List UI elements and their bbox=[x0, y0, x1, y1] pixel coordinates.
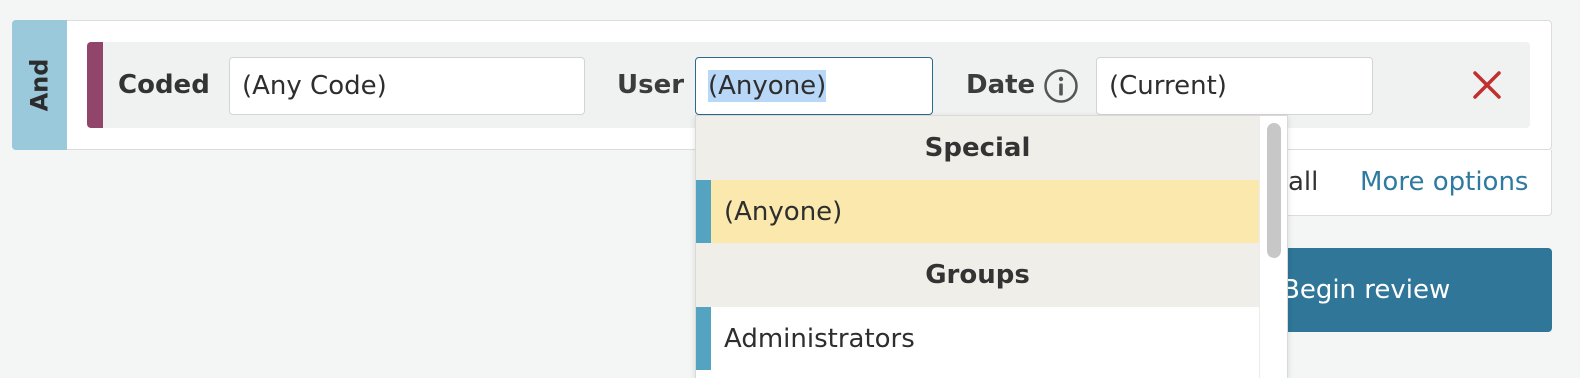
user-dropdown: Special (Anyone) Groups Administrators bbox=[695, 115, 1288, 378]
dropdown-item-administrators[interactable]: Administrators bbox=[696, 307, 1259, 370]
page: And Coded User (Anyone) Date all More op… bbox=[0, 0, 1580, 378]
select-all-link[interactable]: all bbox=[1288, 167, 1318, 197]
code-input[interactable] bbox=[229, 57, 585, 115]
dropdown-section-header: Special bbox=[696, 116, 1259, 180]
user-input[interactable] bbox=[695, 57, 933, 115]
more-options-link[interactable]: More options bbox=[1360, 167, 1528, 197]
info-circle-icon[interactable] bbox=[1043, 68, 1079, 104]
date-input[interactable] bbox=[1096, 57, 1373, 115]
date-label: Date bbox=[966, 70, 1036, 100]
item-bar bbox=[696, 180, 711, 243]
dropdown-item-label: Administrators bbox=[724, 323, 915, 354]
condition-marker bbox=[87, 42, 103, 128]
dropdown-section-header: Groups bbox=[696, 243, 1259, 307]
coded-label: Coded bbox=[118, 70, 210, 100]
dropdown-item-label: (Anyone) bbox=[724, 196, 843, 227]
dropdown-scrollbar-thumb[interactable] bbox=[1267, 123, 1281, 258]
item-bar bbox=[696, 307, 711, 370]
dropdown-item-anyone[interactable]: (Anyone) bbox=[696, 180, 1259, 243]
begin-review-button[interactable]: Begin review bbox=[1268, 248, 1552, 332]
and-operator-tab[interactable]: And bbox=[12, 20, 67, 150]
remove-condition-icon[interactable] bbox=[1470, 68, 1504, 102]
user-label: User bbox=[617, 70, 685, 100]
and-label: And bbox=[25, 58, 54, 112]
